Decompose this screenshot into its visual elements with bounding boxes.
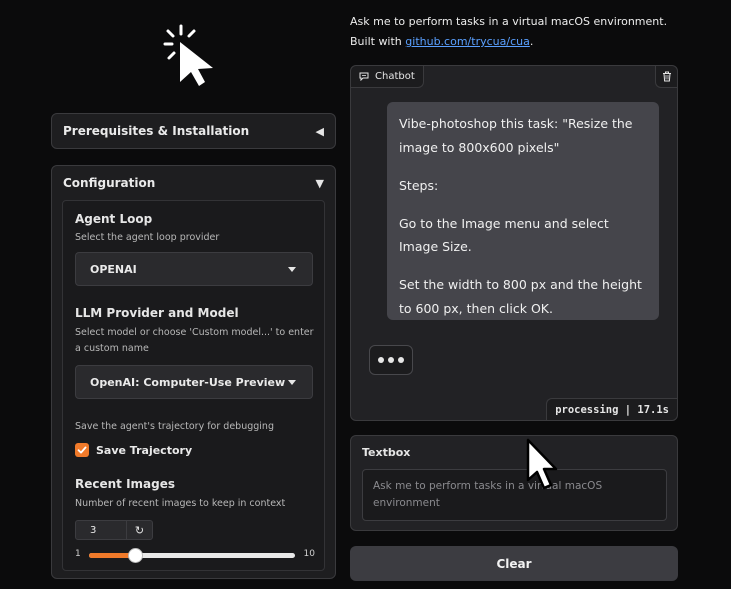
slider-min-label: 1 bbox=[75, 549, 81, 559]
typing-indicator bbox=[369, 345, 413, 375]
trajectory-description: Save the agent's trajectory for debuggin… bbox=[75, 421, 274, 432]
chatbot-panel: Chatbot Vibe-photoshop this task: "Resiz… bbox=[350, 65, 678, 421]
configuration-title: Configuration bbox=[63, 176, 156, 190]
textbox-label: Textbox bbox=[362, 446, 411, 459]
slider-thumb[interactable] bbox=[127, 548, 143, 563]
mouse-pointer-icon bbox=[526, 438, 558, 490]
recent-images-description: Number of recent images to keep in conte… bbox=[75, 498, 286, 509]
message-paragraph: Vibe-photoshop this task: "Resize the im… bbox=[399, 116, 633, 155]
message-paragraph: Go to the Image menu and select Image Si… bbox=[399, 215, 609, 255]
message-input[interactable] bbox=[362, 469, 667, 521]
message-paragraph: Steps: bbox=[399, 177, 439, 193]
cursor-click-icon bbox=[163, 24, 213, 86]
recent-images-label: Recent Images bbox=[75, 477, 176, 491]
llm-provider-label: LLM Provider and Model bbox=[75, 306, 239, 320]
llm-provider-value: OpenAI: Computer-Use Preview bbox=[90, 375, 286, 389]
agent-loop-dropdown[interactable]: OPENAI bbox=[75, 252, 313, 286]
typing-dot bbox=[378, 357, 384, 363]
prerequisites-title: Prerequisites & Installation bbox=[63, 124, 250, 138]
built-with-line: Built with github.com/trycua/cua. bbox=[350, 32, 667, 52]
slider-track[interactable] bbox=[89, 548, 295, 563]
typing-dot bbox=[398, 357, 404, 363]
agent-loop-description: Select the agent loop provider bbox=[75, 232, 220, 243]
recent-images-value[interactable]: 3 bbox=[76, 525, 126, 536]
github-link[interactable]: github.com/trycua/cua bbox=[405, 35, 530, 48]
expand-arrow-icon[interactable]: ▼ bbox=[316, 177, 324, 190]
built-with-suffix: . bbox=[529, 35, 534, 48]
agent-loop-label: Agent Loop bbox=[75, 212, 153, 226]
clear-button[interactable]: Clear bbox=[350, 546, 678, 581]
user-message-bubble: Vibe-photoshop this task: "Resize the im… bbox=[387, 102, 659, 320]
configuration-accordion: Configuration ▼ Agent Loop Select the ag… bbox=[51, 165, 336, 579]
intro-text: Ask me to perform tasks in a virtual mac… bbox=[350, 12, 667, 52]
recent-images-slider[interactable]: 1 10 bbox=[75, 546, 315, 564]
checkmark-icon bbox=[77, 446, 87, 454]
configuration-header[interactable]: Configuration ▼ bbox=[63, 166, 324, 200]
prerequisites-header[interactable]: Prerequisites & Installation ◀ bbox=[63, 114, 324, 148]
textbox-panel: Textbox bbox=[350, 435, 678, 531]
slider-max-label: 10 bbox=[303, 549, 315, 559]
chevron-down-icon bbox=[288, 266, 296, 272]
chevron-down-icon bbox=[288, 379, 296, 385]
processing-status: processing | 17.1s bbox=[546, 398, 677, 420]
prerequisites-accordion[interactable]: Prerequisites & Installation ◀ bbox=[51, 113, 336, 149]
typing-dot bbox=[388, 357, 394, 363]
save-trajectory-label: Save Trajectory bbox=[96, 443, 193, 457]
built-with-prefix: Built with bbox=[350, 35, 406, 48]
intro-line: Ask me to perform tasks in a virtual mac… bbox=[350, 15, 668, 28]
save-trajectory-checkbox[interactable] bbox=[75, 443, 89, 457]
message-paragraph: Set the width to 800 px and the height t… bbox=[399, 277, 642, 316]
chat-bubble-icon bbox=[359, 72, 369, 81]
reset-icon[interactable]: ↻ bbox=[126, 521, 152, 539]
llm-provider-dropdown[interactable]: OpenAI: Computer-Use Preview bbox=[75, 365, 313, 399]
chatbot-label-text: Chatbot bbox=[375, 71, 415, 82]
configuration-body: Agent Loop Select the agent loop provide… bbox=[62, 200, 325, 571]
trash-icon bbox=[662, 71, 671, 82]
chatbot-label: Chatbot bbox=[351, 66, 424, 88]
recent-images-number-input[interactable]: 3 ↻ bbox=[75, 520, 153, 540]
llm-provider-description: Select model or choose 'Custom model...'… bbox=[75, 327, 314, 354]
save-trajectory-row[interactable]: Save Trajectory bbox=[75, 443, 192, 457]
trash-button[interactable] bbox=[655, 66, 677, 88]
agent-loop-value: OPENAI bbox=[90, 262, 137, 276]
collapse-arrow-icon[interactable]: ◀ bbox=[316, 125, 324, 138]
